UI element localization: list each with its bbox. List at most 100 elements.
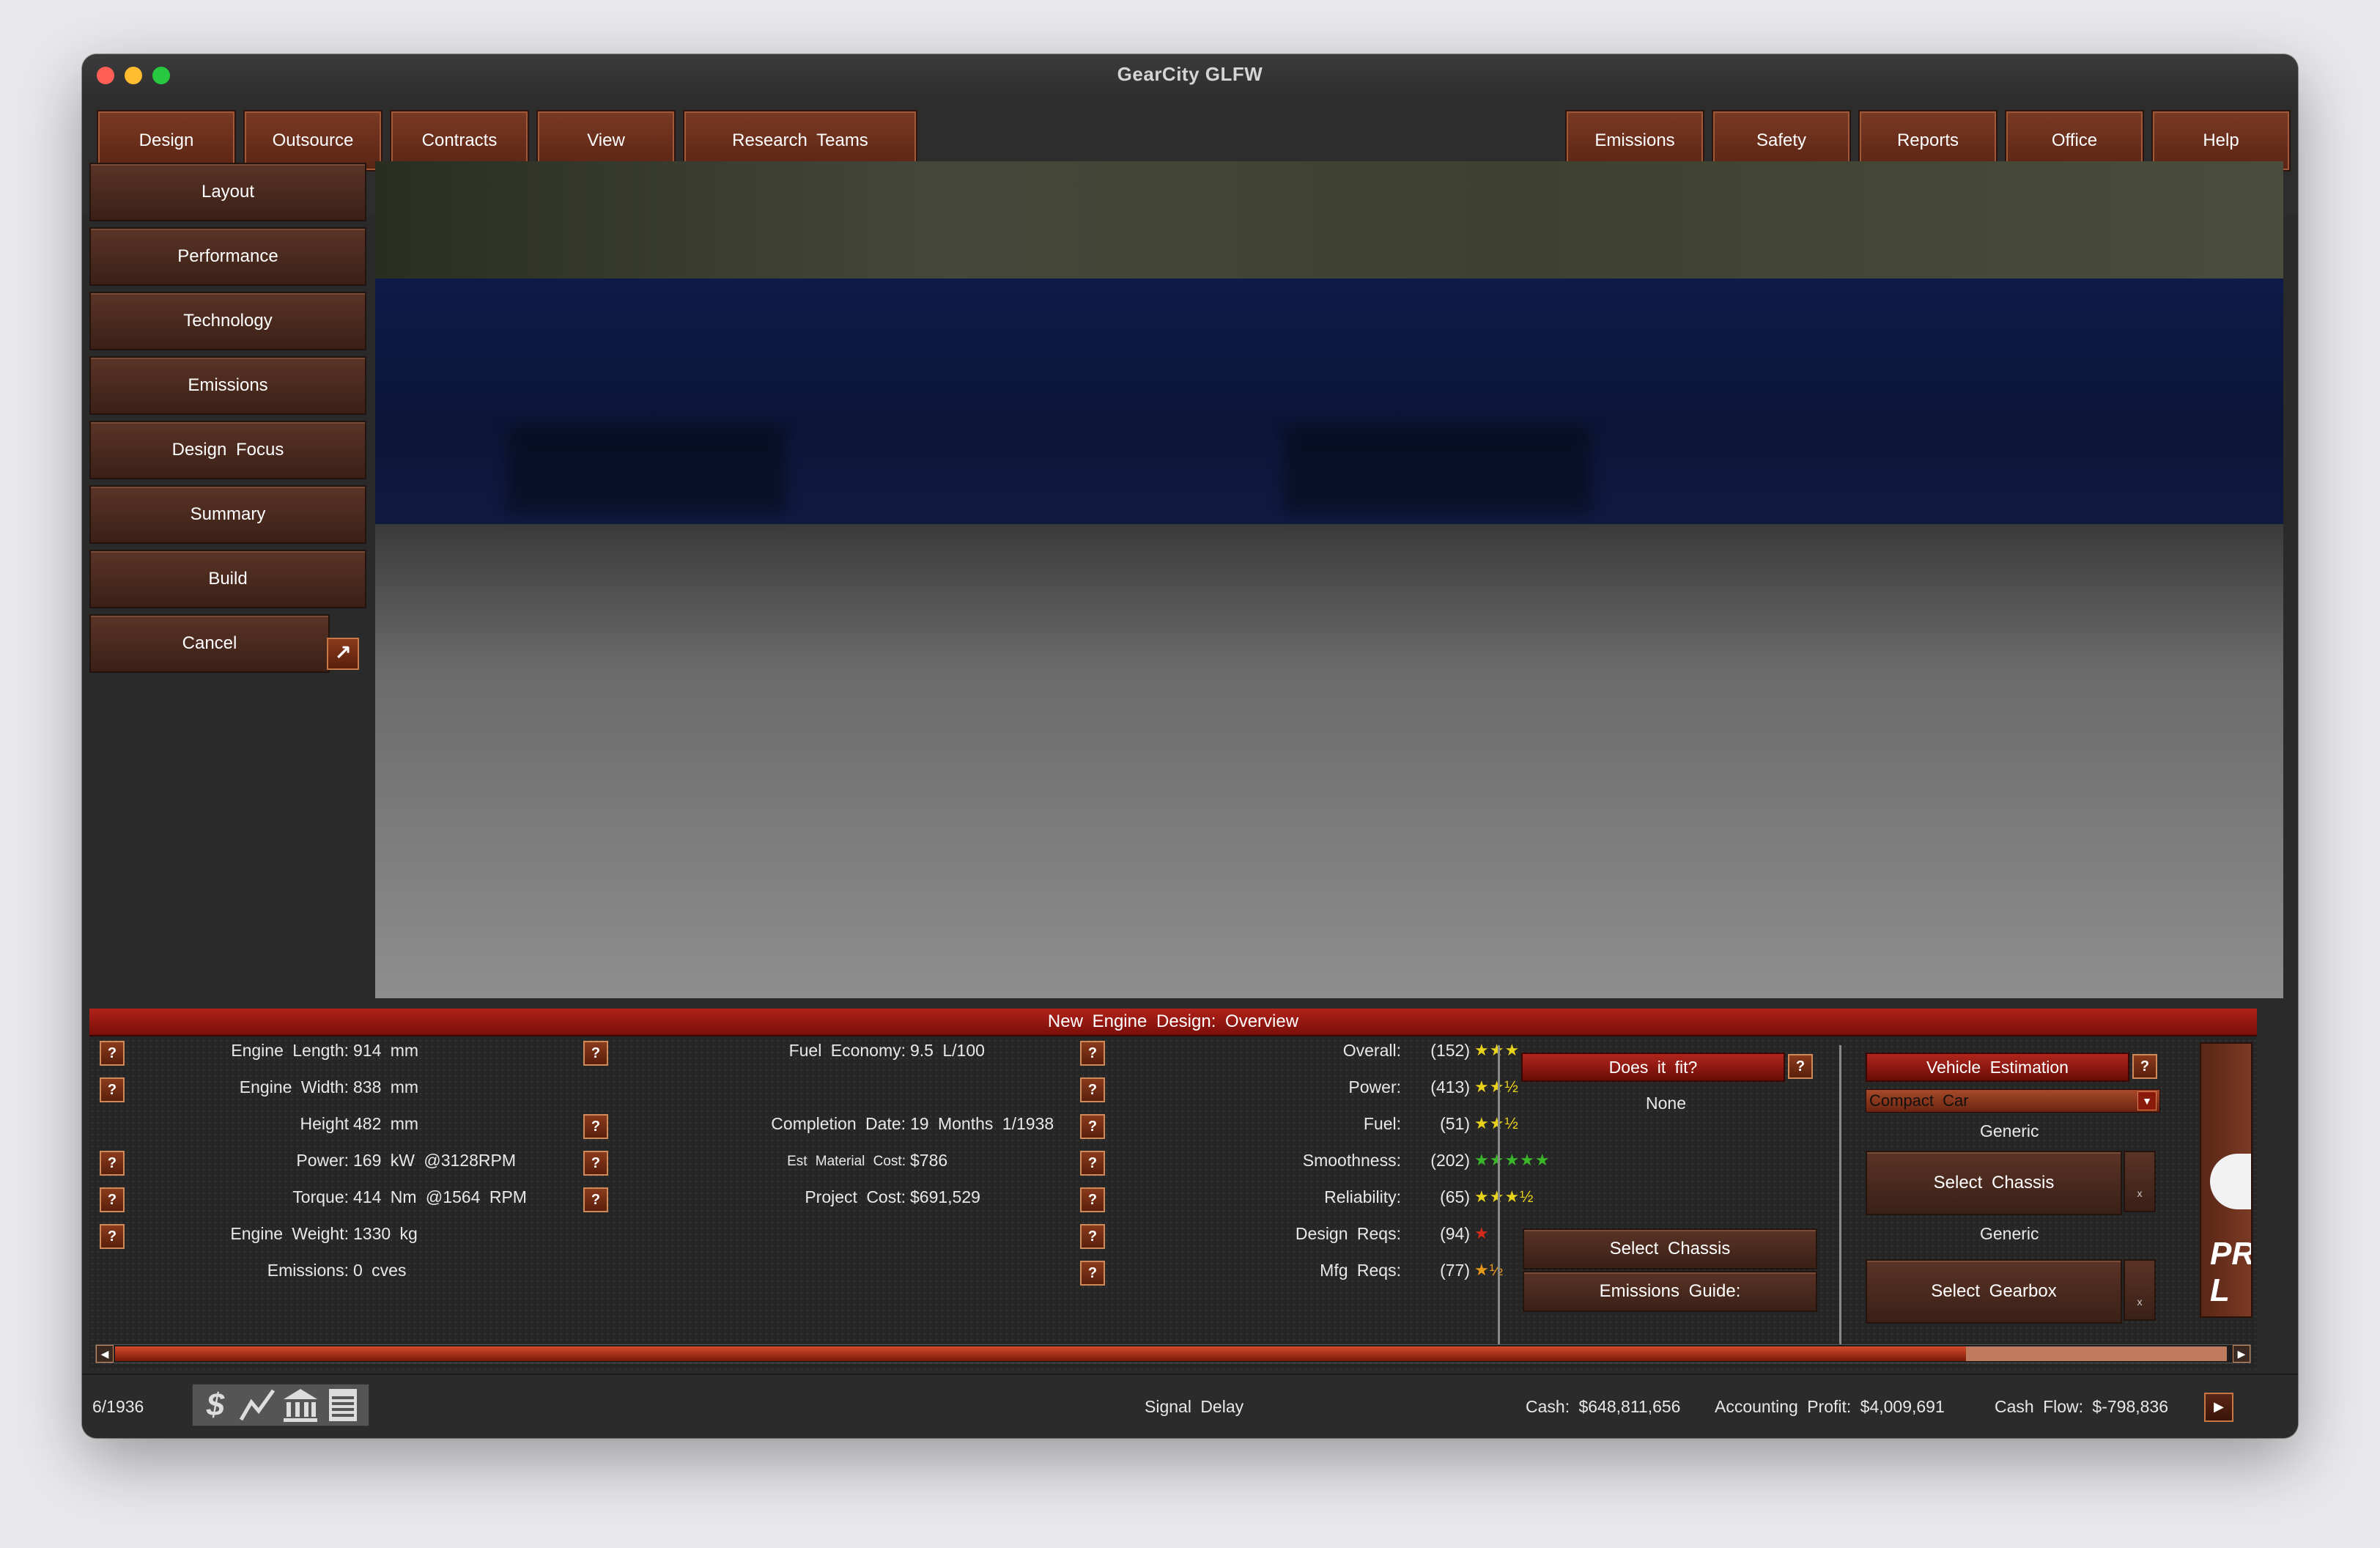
help-icon[interactable]: ? <box>1080 1151 1105 1176</box>
help-icon[interactable]: ? <box>1080 1261 1105 1286</box>
dollar-icon[interactable]: $ <box>196 1386 235 1424</box>
engine-height-value: 482 mm <box>353 1114 419 1133</box>
help-icon[interactable]: ? <box>583 1151 608 1176</box>
window-title: GearCity GLFW <box>1117 63 1263 85</box>
scroll-thumb[interactable] <box>115 1346 1966 1361</box>
rating-value: (65) <box>1440 1187 1470 1206</box>
game-date: 6/1936 <box>92 1397 144 1416</box>
fit-result: None <box>1646 1094 1686 1113</box>
help-icon[interactable]: ? <box>1788 1054 1813 1079</box>
rating-label: Fuel: <box>1363 1114 1401 1133</box>
fit-select-chassis-button[interactable]: Select Chassis <box>1523 1228 1817 1269</box>
viewport-shadow <box>1284 425 1592 513</box>
engine-torque-value: 414 Nm @1564 RPM <box>353 1187 527 1206</box>
project-cost-label: Project Cost: <box>805 1187 906 1206</box>
panel-title: New Engine Design: Overview <box>89 1009 2257 1036</box>
viewport-floor <box>375 524 2283 998</box>
clear-chassis-button[interactable]: x <box>2124 1151 2156 1212</box>
help-icon[interactable]: ? <box>1080 1041 1105 1066</box>
fuel-economy-label: Fuel Economy: <box>788 1041 906 1060</box>
clear-gearbox-button[interactable]: x <box>2124 1259 2156 1321</box>
rating-value: (152) <box>1430 1041 1470 1060</box>
help-icon[interactable]: ? <box>100 1187 125 1212</box>
material-cost-value: $786 <box>910 1151 948 1170</box>
company-logo-card[interactable]: PR L <box>2200 1042 2252 1318</box>
logo-text: PR L <box>2210 1236 2252 1308</box>
app-window: GearCity GLFW Design Outsource Contracts… <box>82 54 2298 1438</box>
side-performance-button[interactable]: Performance <box>89 227 366 286</box>
scroll-left-icon[interactable]: ◀ <box>96 1345 114 1363</box>
divider <box>1839 1045 1841 1354</box>
project-cost-value: $691,529 <box>910 1187 980 1206</box>
help-icon[interactable]: ? <box>100 1151 125 1176</box>
cash-readout: Cash: $648,811,656 <box>1526 1397 1681 1416</box>
vehicle-type-selected: Compact Car <box>1869 1091 1969 1110</box>
engine-height-label: Height <box>300 1114 349 1133</box>
material-cost-label: Est Material Cost: <box>787 1154 906 1169</box>
rating-label: Power: <box>1348 1077 1401 1096</box>
bank-icon[interactable] <box>281 1386 320 1424</box>
chassis-generic-label: Generic <box>1980 1121 2039 1140</box>
engine-width-label: Engine Width: <box>239 1077 349 1096</box>
chevron-down-icon[interactable]: ▼ <box>2137 1091 2157 1110</box>
side-summary-button[interactable]: Summary <box>89 485 366 544</box>
scroll-track[interactable] <box>1966 1346 2227 1361</box>
rating-label: Smoothness: <box>1302 1151 1401 1170</box>
play-icon[interactable]: ▶ <box>2204 1393 2233 1422</box>
emissions-value: 0 cves <box>353 1261 407 1280</box>
engine-length-label: Engine Length: <box>231 1041 349 1060</box>
cash-flow-readout: Cash Flow: $-798,836 <box>1995 1397 2169 1416</box>
side-cancel-button[interactable]: Cancel <box>89 614 330 673</box>
engine-width-value: 838 mm <box>353 1077 419 1096</box>
help-icon[interactable]: ? <box>1080 1224 1105 1249</box>
side-design-focus-button[interactable]: Design Focus <box>89 421 366 479</box>
viewport-upper-wall <box>375 161 2283 279</box>
rating-value: (77) <box>1440 1261 1470 1280</box>
help-icon[interactable]: ? <box>100 1077 125 1102</box>
rating-value: (413) <box>1430 1077 1470 1096</box>
help-icon[interactable]: ? <box>2132 1054 2157 1079</box>
help-icon[interactable]: ? <box>583 1041 608 1066</box>
help-icon[interactable]: ? <box>1080 1077 1105 1102</box>
engine-power-label: Power: <box>296 1151 349 1170</box>
panel-scrollbar[interactable]: ◀ ▶ <box>95 1344 2251 1363</box>
engine-length-value: 914 mm <box>353 1041 419 1060</box>
vehicle-select-gearbox-button[interactable]: Select Gearbox <box>1866 1259 2122 1324</box>
vehicle-estimation-header: Vehicle Estimation <box>1866 1053 2129 1082</box>
divider <box>1498 1045 1500 1354</box>
vehicle-type-dropdown[interactable]: Compact Car ▼ <box>1866 1089 2160 1113</box>
3d-viewport[interactable] <box>375 161 2283 998</box>
rating-label: Mfg Reqs: <box>1320 1261 1401 1280</box>
bill-icon[interactable] <box>323 1386 363 1424</box>
help-icon[interactable]: ? <box>1080 1187 1105 1212</box>
scroll-right-icon[interactable]: ▶ <box>2233 1345 2250 1363</box>
help-icon[interactable]: ? <box>1080 1114 1105 1139</box>
vehicle-select-chassis-button[interactable]: Select Chassis <box>1866 1151 2122 1215</box>
rating-value: (51) <box>1440 1114 1470 1133</box>
arrow-up-icon[interactable]: ↗ <box>327 638 359 670</box>
fuel-economy-value: 9.5 L/100 <box>910 1041 985 1060</box>
side-build-button[interactable]: Build <box>89 550 366 608</box>
rating-value: (94) <box>1440 1224 1470 1243</box>
does-it-fit-header: Does it fit? <box>1521 1053 1785 1082</box>
finance-icon-group: $ <box>192 1384 369 1426</box>
engine-weight-label: Engine Weight: <box>230 1224 349 1243</box>
accounting-profit-readout: Accounting Profit: $4,009,691 <box>1715 1397 1945 1416</box>
chart-icon[interactable] <box>238 1386 278 1424</box>
side-emissions-button[interactable]: Emissions <box>89 356 366 415</box>
help-icon[interactable]: ? <box>100 1041 125 1066</box>
help-icon[interactable]: ? <box>583 1114 608 1139</box>
rating-label: Design Reqs: <box>1295 1224 1401 1243</box>
side-layout-button[interactable]: Layout <box>89 163 366 221</box>
emissions-guide-button[interactable]: Emissions Guide: <box>1523 1271 1817 1312</box>
rating-stars: ★★★★★ <box>1474 1151 1551 1169</box>
help-icon[interactable]: ? <box>583 1187 608 1212</box>
rating-stars: ★ <box>1474 1224 1490 1242</box>
rating-label: Reliability: <box>1324 1187 1401 1206</box>
viewport-shadow <box>507 425 786 513</box>
side-technology-button[interactable]: Technology <box>89 292 366 350</box>
help-icon[interactable]: ? <box>100 1224 125 1249</box>
signal-delay: Signal Delay <box>1145 1397 1244 1416</box>
gearbox-generic-label: Generic <box>1980 1224 2039 1243</box>
rating-stars: ★★★½ <box>1474 1187 1534 1206</box>
